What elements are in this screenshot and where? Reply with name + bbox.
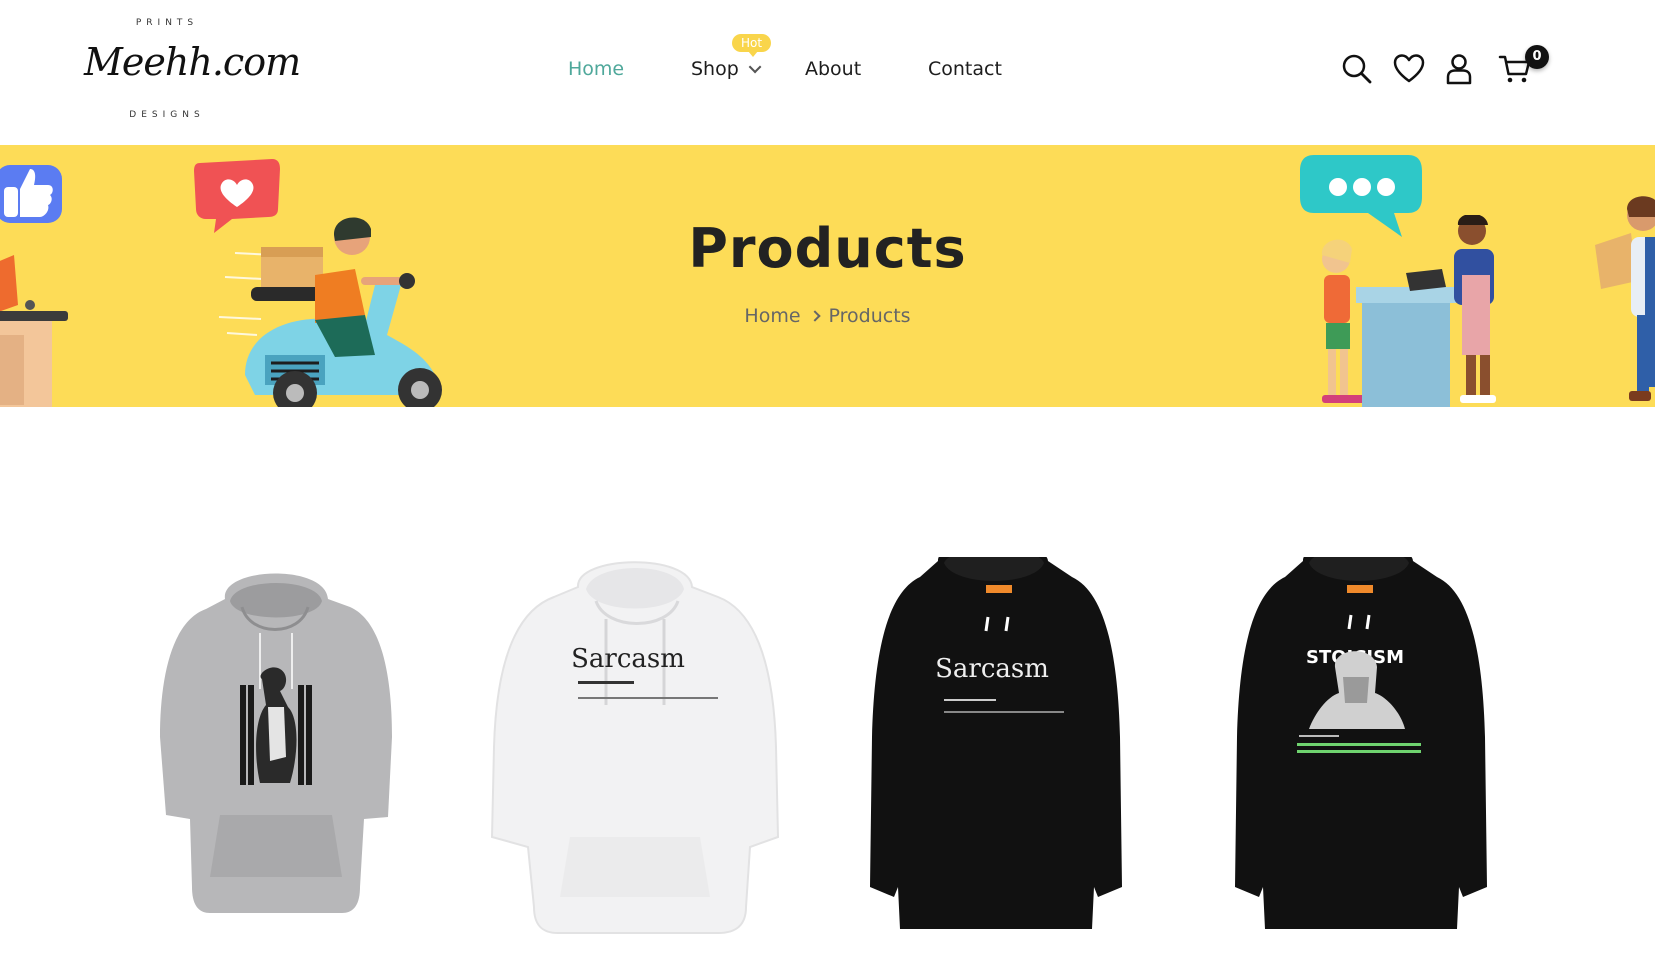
page-banner: Products Home Products (0, 145, 1655, 407)
nav-contact[interactable]: Contact (928, 58, 1002, 80)
chevron-right-icon (808, 310, 821, 322)
site-header: PRINTS Meehh.com DESIGNS Home Shop Hot A… (0, 0, 1655, 145)
logo-script-text: Meehh.com (84, 40, 301, 84)
product-image-white-hoodie: Sarcasm (490, 561, 780, 934)
chevron-down-icon (748, 60, 762, 74)
nav-shop[interactable]: Shop (691, 58, 762, 80)
product-card[interactable]: Sarcasm (478, 557, 788, 957)
nav-home[interactable]: Home (568, 58, 624, 80)
heart-icon[interactable] (1392, 52, 1426, 86)
product-grid: Sarcasm Sarcasm STOICISM (0, 407, 1655, 955)
product-image-black-hoodie-stoicism: STOICISM (1235, 543, 1487, 929)
logo-bottom-text: DESIGNS (129, 110, 205, 120)
product-print-text: Sarcasm (935, 654, 1049, 684)
user-icon[interactable] (1442, 52, 1476, 86)
nav-about[interactable]: About (805, 58, 861, 80)
product-card[interactable] (120, 557, 430, 957)
breadcrumb-home[interactable]: Home (744, 305, 800, 327)
product-card[interactable]: STOICISM (1205, 543, 1515, 957)
cart-count-badge: 0 (1525, 45, 1549, 69)
header-icons: 0 (1340, 45, 1549, 92)
hot-badge: Hot (732, 34, 772, 57)
breadcrumb: Home Products (0, 305, 1655, 327)
logo-top-text: PRINTS (135, 18, 199, 28)
nav-shop-label: Shop (691, 58, 739, 80)
breadcrumb-current: Products (828, 305, 911, 327)
product-image-black-hoodie: Sarcasm (870, 543, 1122, 929)
brand-logo[interactable]: PRINTS Meehh.com DESIGNS (82, 14, 301, 130)
page-title: Products (688, 217, 967, 280)
product-print-text: Sarcasm (571, 644, 685, 674)
product-image-grey-hoodie (160, 573, 392, 913)
search-icon[interactable] (1340, 52, 1374, 86)
product-card[interactable]: Sarcasm (840, 543, 1150, 957)
